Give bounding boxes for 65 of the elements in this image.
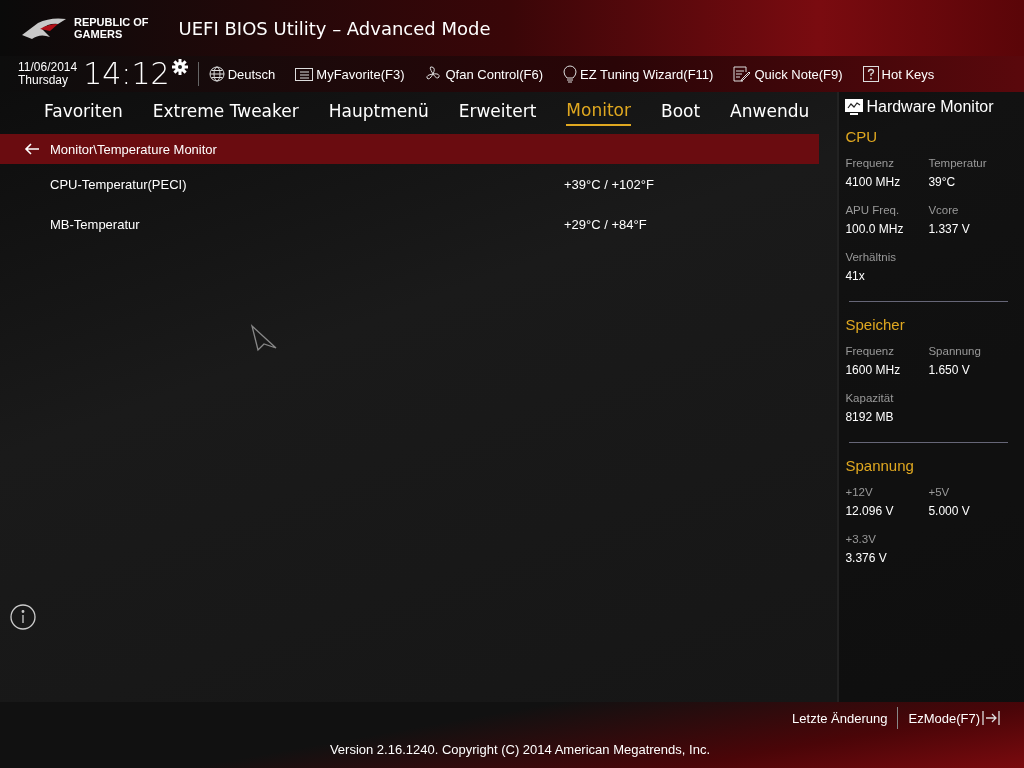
sensor-label: Vcore xyxy=(928,204,960,216)
sensor-label: Frequenz xyxy=(845,345,896,357)
note-pencil-icon xyxy=(733,66,752,82)
exit-icon xyxy=(982,710,1000,726)
menu-tab[interactable]: Favoriten xyxy=(44,98,123,126)
window-title: UEFI BIOS Utility – Advanced Mode xyxy=(178,17,491,39)
ez-mode-button[interactable]: EzMode(F7) xyxy=(898,710,1010,726)
setting-value: +29°C / +84°F xyxy=(564,216,647,232)
last-change-button[interactable]: Letzte Änderung xyxy=(782,710,898,726)
sensor-label: Kapazität xyxy=(845,392,895,404)
brand-name: GAMERS xyxy=(74,28,124,40)
toolbar-button[interactable]: Qfan Control(F6) xyxy=(424,65,543,83)
menu-tab[interactable]: Anwendu xyxy=(730,98,810,126)
menu-tab[interactable]: Monitor xyxy=(566,98,631,126)
setting-label: MB-Temperatur xyxy=(50,216,141,232)
menu-tab[interactable]: Erweitert xyxy=(458,98,537,126)
lightbulb-icon xyxy=(563,65,577,83)
version-text: Version 2.16.1240. Copyright (C) 2014 American Megatrends, Inc. xyxy=(329,742,710,757)
back-arrow-icon[interactable] xyxy=(24,143,40,155)
brand-name: REPUBLIC OF xyxy=(74,16,149,28)
sensor-value: 12.096 V xyxy=(845,504,895,518)
sensor-value: 100.0 MHz xyxy=(845,222,905,236)
help-icon xyxy=(862,66,879,82)
breadcrumb-path: Monitor\Temperature Monitor xyxy=(50,141,217,157)
monitor-icon xyxy=(845,98,864,116)
globe-icon xyxy=(208,66,225,82)
sensor-label: Temperatur xyxy=(928,157,988,169)
sensor-value: 4100 MHz xyxy=(845,175,902,189)
settings-icon[interactable] xyxy=(171,59,188,75)
section-heading: CPU xyxy=(845,128,879,145)
mouse-cursor-icon xyxy=(250,324,278,352)
sensor-value: 1.337 V xyxy=(928,222,971,236)
fan-icon xyxy=(424,65,443,83)
sensor-value: 41x xyxy=(845,269,866,283)
setting-label: CPU-Temperatur(PECI) xyxy=(50,176,188,192)
toolbar-button[interactable]: Hot Keys xyxy=(862,66,935,82)
sensor-value: 5.000 V xyxy=(928,504,971,518)
section-heading: Speicher xyxy=(845,316,906,333)
sensor-label: +3.3V xyxy=(845,533,877,545)
sensor-value: 1600 MHz xyxy=(845,363,902,377)
menu-tab[interactable]: Boot xyxy=(660,98,701,126)
setting-value: +39°C / +102°F xyxy=(564,176,654,192)
sensor-label: +5V xyxy=(928,486,951,498)
section-heading: Spannung xyxy=(845,457,915,474)
sensor-value: 3.376 V xyxy=(845,551,888,565)
date-text: 11/06/2014 xyxy=(18,61,78,74)
toolbar-button[interactable]: Deutsch xyxy=(208,66,276,82)
menu-tab[interactable]: Extreme Tweaker xyxy=(152,98,299,126)
clock-time: 14:12 xyxy=(83,59,170,89)
sensor-label: APU Freq. xyxy=(845,204,901,216)
menu-tab[interactable]: Hauptmenü xyxy=(328,98,429,126)
panel-title: Hardware Monitor xyxy=(866,98,994,116)
sensor-label: Frequenz xyxy=(845,157,896,169)
sensor-label: +12V xyxy=(845,486,874,498)
sensor-label: Verhältnis xyxy=(845,251,897,263)
folder-list-icon xyxy=(295,67,314,81)
sensor-label: Spannung xyxy=(928,345,982,357)
toolbar-button[interactable]: EZ Tuning Wizard(F11) xyxy=(563,65,714,83)
sensor-value: 8192 MB xyxy=(845,410,895,424)
weekday-text: Thursday xyxy=(18,74,70,87)
toolbar-button[interactable]: MyFavorite(F3) xyxy=(295,66,405,82)
sensor-value: 1.650 V xyxy=(928,363,971,377)
toolbar-button[interactable]: Quick Note(F9) xyxy=(733,66,843,82)
sensor-value: 39°C xyxy=(928,175,957,189)
info-icon[interactable] xyxy=(10,604,36,630)
